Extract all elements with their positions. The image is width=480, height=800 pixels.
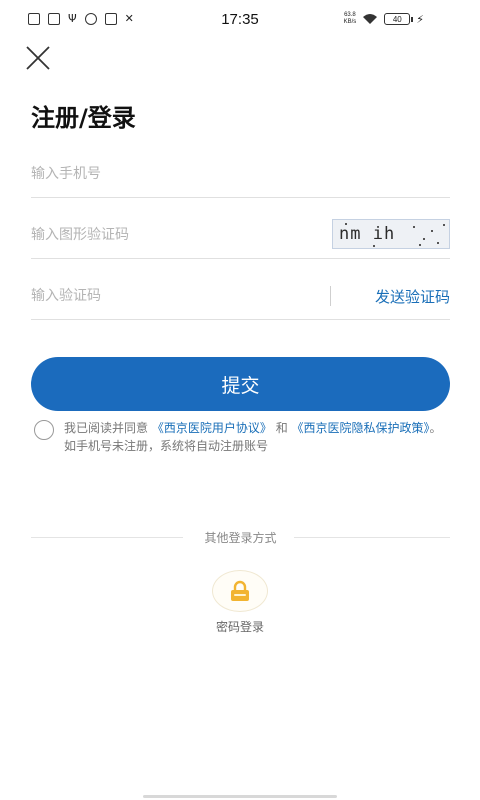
- agreement-block: 我已阅读并同意 《西京医院用户协议》 和 《西京医院隐私保护政策》。如手机号未注…: [34, 419, 444, 455]
- close-icon: [26, 46, 50, 70]
- sms-code-input[interactable]: [31, 272, 311, 320]
- wifi-icon: [363, 14, 378, 24]
- agreement-text: 我已阅读并同意 《西京医院用户协议》 和 《西京医院隐私保护政策》。如手机号未注…: [64, 421, 442, 453]
- send-sms-button[interactable]: 发送验证码: [375, 286, 450, 307]
- captcha-field-row: nm ih: [31, 211, 450, 259]
- status-right-icons: 63.8 KB/s 40 ⚡: [344, 12, 424, 26]
- charging-icon: ⚡: [416, 12, 424, 26]
- battery-icon: 40: [384, 13, 414, 25]
- divider-line-right: [294, 537, 450, 538]
- privacy-policy-link[interactable]: 《西京医院隐私保护政策》: [292, 421, 430, 435]
- page-title: 注册/登录: [31, 104, 136, 132]
- network-speed: 63.8 KB/s: [343, 12, 357, 25]
- captcha-noise: [419, 244, 421, 246]
- password-login-label: 密码登录: [215, 620, 264, 634]
- captcha-noise: [345, 223, 347, 225]
- sms-divider: [330, 286, 331, 306]
- password-login-button[interactable]: 密码登录: [210, 570, 270, 634]
- submit-button[interactable]: 提交: [31, 357, 450, 411]
- phone-field-row: [31, 150, 450, 198]
- captcha-input[interactable]: [31, 211, 311, 259]
- other-login-divider: 其他登录方式: [31, 529, 450, 545]
- captcha-noise: [437, 242, 439, 244]
- captcha-noise: [373, 245, 375, 247]
- agreement-radio[interactable]: [34, 420, 54, 440]
- captcha-image[interactable]: nm ih: [332, 219, 450, 249]
- captcha-noise: [423, 238, 425, 240]
- password-login-circle: [212, 570, 268, 612]
- status-bar: Ψ ✕ 17:35 63.8 KB/s 40 ⚡: [0, 0, 480, 40]
- captcha-noise: [413, 226, 415, 228]
- sms-field-row: 发送验证码: [31, 272, 450, 320]
- captcha-noise: [443, 224, 445, 226]
- captcha-noise: [431, 230, 433, 232]
- home-indicator[interactable]: [143, 795, 337, 798]
- lock-icon: [231, 580, 249, 601]
- close-button[interactable]: [24, 44, 52, 72]
- user-agreement-link[interactable]: 《西京医院用户协议》: [152, 421, 272, 435]
- captcha-text: nm ih: [339, 224, 396, 244]
- phone-input[interactable]: [31, 150, 311, 198]
